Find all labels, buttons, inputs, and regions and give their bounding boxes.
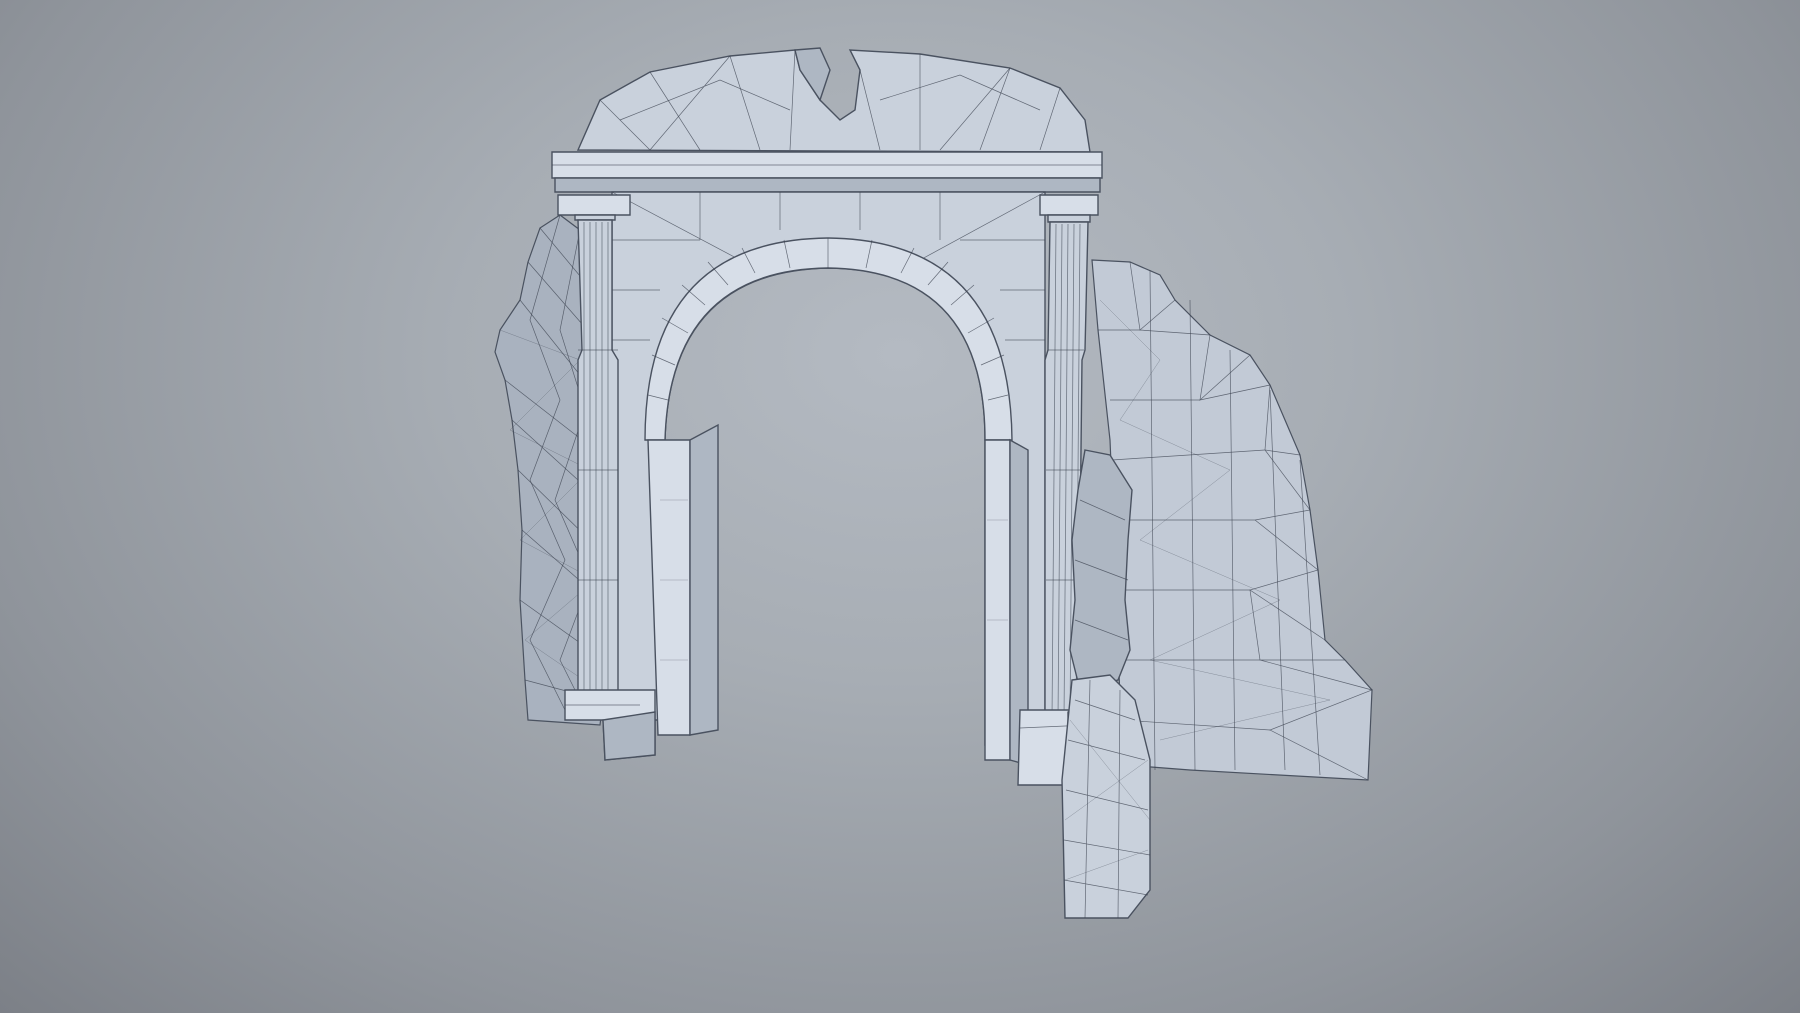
archway-model (494, 47, 1374, 919)
broken-pediment (576, 47, 1091, 153)
door-jambs (647, 423, 1029, 766)
entablature (551, 151, 1103, 193)
3d-viewport[interactable] (0, 0, 1800, 1013)
